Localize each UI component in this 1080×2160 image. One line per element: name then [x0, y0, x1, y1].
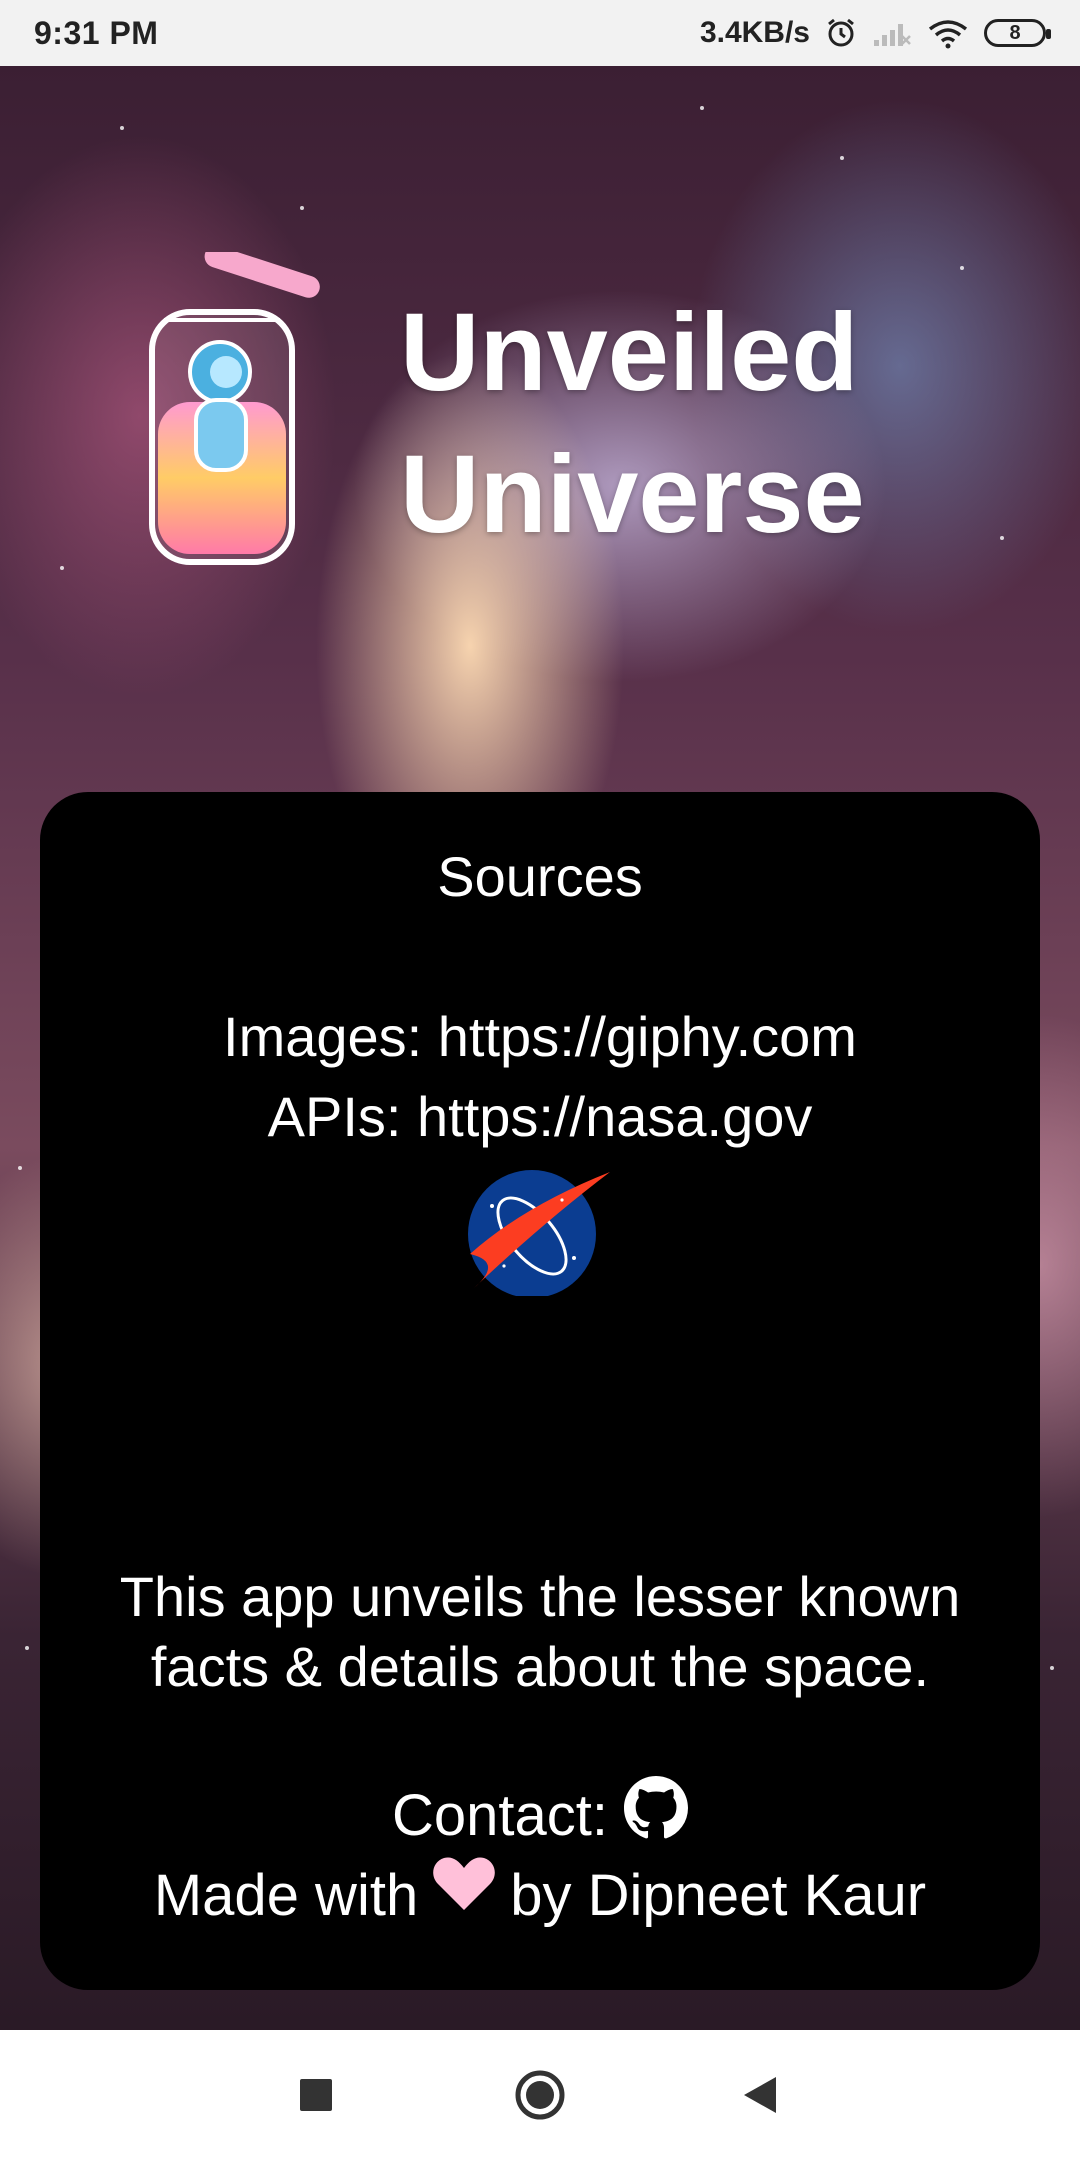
circle-icon: [515, 2070, 565, 2120]
battery-icon: 8: [984, 19, 1051, 47]
wifi-icon: [928, 20, 968, 49]
made-by-author: by Dipneet Kaur: [510, 1863, 927, 1928]
sources-title: Sources: [437, 845, 643, 908]
signal-icon: [874, 24, 911, 46]
app-title-line2: Universe: [400, 433, 865, 556]
app-title: Unveiled Universe: [400, 282, 865, 566]
network-speed: 3.4KB/s: [699, 16, 810, 49]
app-description: This app unveils the lesser known facts …: [119, 1565, 961, 1698]
app-title-line1: Unveiled: [400, 291, 859, 414]
github-icon[interactable]: [624, 1775, 688, 1840]
navigation-bar: [0, 2030, 1080, 2160]
status-bar: 9:31 PM 3.4KB/s 8: [0, 0, 1080, 66]
square-icon: [300, 2079, 332, 2111]
nasa-logo: [468, 1170, 610, 1296]
battery-level: 8: [1009, 21, 1021, 44]
recent-apps-button[interactable]: [266, 2030, 366, 2160]
home-button[interactable]: [490, 2030, 590, 2160]
images-source-link[interactable]: Images: https://giphy.com: [40, 1004, 1040, 1069]
contact-label: Contact:: [392, 1783, 608, 1848]
alarm-icon: [828, 18, 854, 47]
made-with-row: Made with by Dipneet Kaur: [40, 1856, 1040, 1929]
about-card: Sources Images: https://giphy.com APIs: …: [40, 792, 1040, 1990]
triangle-back-icon: [744, 2077, 776, 2113]
contact-row: Contact:: [40, 1775, 1040, 1849]
status-time: 9:31 PM: [34, 14, 159, 51]
heart-icon: [433, 1856, 496, 1910]
back-button[interactable]: [710, 2030, 810, 2160]
made-with-prefix: Made with: [153, 1863, 419, 1928]
status-icons: 3.4KB/s 8: [699, 16, 1051, 50]
apis-source-link[interactable]: APIs: https://nasa.gov: [40, 1084, 1040, 1149]
astronaut-jar-logo: [149, 252, 320, 565]
